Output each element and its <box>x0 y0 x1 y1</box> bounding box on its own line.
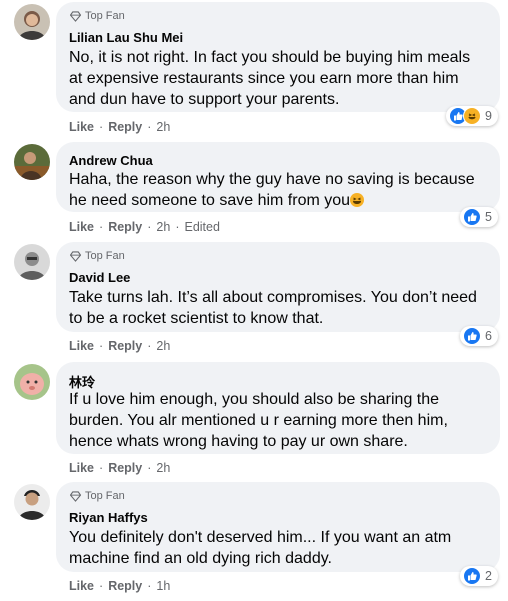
comment-line: Haha, the reason why the guy have no sav… <box>69 171 475 188</box>
avatar[interactable] <box>14 244 50 280</box>
reply-link[interactable]: Reply <box>108 339 142 353</box>
comment-actions: Like · Reply · 2h <box>69 461 170 475</box>
top-fan-badge: Top Fan <box>70 490 125 502</box>
comment-text: No, it is not right. In fact you should … <box>69 47 488 110</box>
reaction-count: 9 <box>485 109 492 123</box>
top-fan-badge: Top Fan <box>70 250 125 262</box>
separator-dot: · <box>99 339 104 353</box>
reply-link[interactable]: Reply <box>108 220 142 234</box>
reaction-count: 5 <box>485 210 492 224</box>
comment-line: he need someone to save him from you <box>69 190 488 211</box>
commenter-name[interactable]: Lilian Lau Shu Mei <box>69 30 183 45</box>
diamond-icon <box>70 10 81 22</box>
comment-bubble: Top Fan David Lee Take turns lah. It’s a… <box>56 242 500 332</box>
comment-bubble: Top Fan Riyan Haffys You definitely don'… <box>56 482 500 572</box>
comment-actions: Like · Reply · 2h <box>69 120 170 134</box>
commenter-name[interactable]: Andrew Chua <box>69 153 153 168</box>
separator-dot: · <box>147 579 152 593</box>
avatar[interactable] <box>14 364 50 400</box>
comment-text: You definitely don't deserved him... If … <box>69 527 488 569</box>
reply-link[interactable]: Reply <box>108 579 142 593</box>
comment-actions: Like · Reply · 1h <box>69 579 170 593</box>
separator-dot: · <box>99 461 104 475</box>
comment-line: burden. You alr mentioned u r earning mo… <box>69 412 448 429</box>
comment-line: Take turns lah. It’s all about compromis… <box>69 289 477 306</box>
edited-label: Edited <box>184 220 220 234</box>
separator-dot: · <box>99 579 104 593</box>
comment-line: at expensive restaurants since you earn … <box>69 70 459 87</box>
top-fan-label: Top Fan <box>85 10 125 22</box>
timestamp[interactable]: 2h <box>156 339 170 353</box>
comment-text: Take turns lah. It’s all about compromis… <box>69 287 488 329</box>
reaction-summary[interactable]: 6 <box>460 326 498 346</box>
like-link[interactable]: Like <box>69 220 94 234</box>
separator-dot: · <box>147 120 152 134</box>
commenter-name[interactable]: David Lee <box>69 270 130 285</box>
like-link[interactable]: Like <box>69 461 94 475</box>
timestamp[interactable]: 2h <box>156 220 170 234</box>
reaction-summary[interactable]: 5 <box>460 207 498 227</box>
haha-icon <box>463 107 482 125</box>
comment-bubble: 林玲 If u love him enough, you should also… <box>56 362 500 454</box>
top-fan-label: Top Fan <box>85 490 125 502</box>
top-fan-label: Top Fan <box>85 250 125 262</box>
separator-dot: · <box>99 120 104 134</box>
comment-text: Haha, the reason why the guy have no sav… <box>69 169 488 211</box>
comment-line: and dun have to support your parents. <box>69 91 340 108</box>
reaction-count: 2 <box>485 569 492 583</box>
timestamp[interactable]: 2h <box>156 120 170 134</box>
reaction-count: 6 <box>485 329 492 343</box>
reaction-summary[interactable]: 2 <box>460 566 498 586</box>
timestamp[interactable]: 2h <box>156 461 170 475</box>
top-fan-badge: Top Fan <box>70 10 125 22</box>
haha-emoji-icon <box>350 193 365 207</box>
avatar[interactable] <box>14 4 50 40</box>
avatar[interactable] <box>14 144 50 180</box>
comment-actions: Like · Reply · 2h <box>69 339 170 353</box>
comment-text: If u love him enough, you should also be… <box>69 389 488 452</box>
comment-line: machine find an old dying rich daddy. <box>69 550 332 567</box>
like-icon <box>463 567 482 585</box>
like-link[interactable]: Like <box>69 579 94 593</box>
like-icon <box>463 327 482 345</box>
avatar[interactable] <box>14 484 50 520</box>
commenter-name[interactable]: Riyan Haffys <box>69 510 148 525</box>
diamond-icon <box>70 490 81 502</box>
reply-link[interactable]: Reply <box>108 461 142 475</box>
like-icon <box>463 208 482 226</box>
comment-line: You definitely don't deserved him... If … <box>69 529 452 546</box>
separator-dot: · <box>147 461 152 475</box>
comment-actions: Like · Reply · 2h · Edited <box>69 220 220 234</box>
like-link[interactable]: Like <box>69 339 94 353</box>
comment-bubble: Andrew Chua Haha, the reason why the guy… <box>56 142 500 212</box>
comment-line: to be a rocket scientist to know that. <box>69 310 324 327</box>
reaction-summary[interactable]: 9 <box>446 106 498 126</box>
timestamp[interactable]: 1h <box>156 579 170 593</box>
comment-bubble: Top Fan Lilian Lau Shu Mei No, it is not… <box>56 2 500 112</box>
separator-dot: · <box>175 220 180 234</box>
comment-line: hence whats wrong having to pay ur own s… <box>69 433 408 450</box>
separator-dot: · <box>147 220 152 234</box>
diamond-icon <box>70 250 81 262</box>
separator-dot: · <box>99 220 104 234</box>
reply-link[interactable]: Reply <box>108 120 142 134</box>
comment-line: No, it is not right. In fact you should … <box>69 49 471 66</box>
separator-dot: · <box>147 339 152 353</box>
like-link[interactable]: Like <box>69 120 94 134</box>
comment-line: If u love him enough, you should also be… <box>69 391 440 408</box>
